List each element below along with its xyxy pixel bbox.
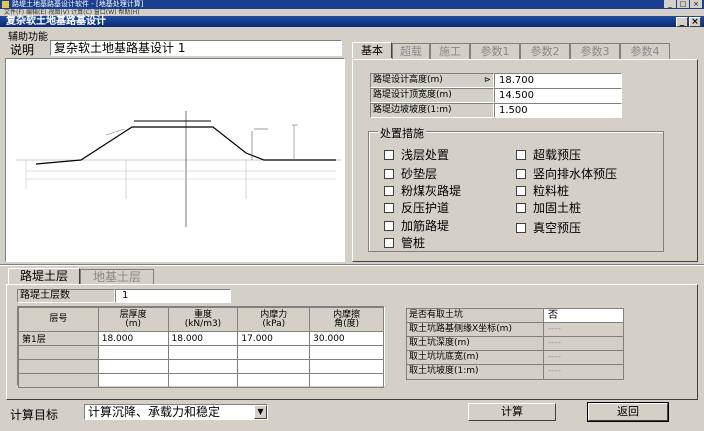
table-row[interactable]: 第1层 18.000 18.000 17.000 30.000: [18, 331, 384, 346]
table-row[interactable]: [18, 373, 384, 388]
table-cell[interactable]: 18.000: [167, 331, 239, 346]
tab-param3[interactable]: 参数3: [570, 43, 620, 59]
borrow-value: ----: [543, 365, 623, 379]
chevron-down-icon[interactable]: ▼: [254, 405, 267, 419]
layer-count-input[interactable]: 1: [115, 289, 231, 303]
table-cell[interactable]: 17.000: [237, 331, 311, 346]
tab-embankment-soil[interactable]: 路堤土层: [8, 268, 80, 284]
tab-foundation-soil[interactable]: 地基土层: [80, 269, 154, 285]
calc-target-label: 计算目标: [10, 408, 59, 422]
checkbox-pipe-pile[interactable]: 管桩: [384, 234, 425, 251]
checkbox-flyash[interactable]: 粉煤灰路堤: [384, 182, 461, 199]
table-header: 层号 层厚度 (m) 重度 (kN/m3) 内摩力 (kPa) 内摩擦 角(度): [18, 307, 384, 332]
borrow-pit-table: 是否有取土坑 否 取土坑路基侧缘X坐标(m) ---- 取土坑深度(m) ---…: [406, 308, 624, 380]
app-taskbar: 路堤土地基路基设计软件 - [地基处理计算] _ □ ×: [0, 0, 704, 9]
table-row[interactable]: [18, 345, 384, 360]
app-icon: [2, 1, 9, 8]
measures-title: 处置措施: [378, 125, 426, 141]
checkbox-vertical-drain[interactable]: 竖向排水体预压: [516, 165, 617, 182]
section-drawing: [5, 58, 345, 262]
checkbox-shallow[interactable]: 浅层处置: [384, 146, 449, 163]
layer-count-row: 路堤土层数 1: [17, 289, 231, 303]
borrow-label: 取土坑坑底宽(m): [407, 351, 543, 365]
tab-param4[interactable]: 参数4: [620, 43, 670, 59]
col-header: 层号: [18, 307, 99, 332]
borrow-label: 取土坑坡度(1:m): [407, 365, 543, 379]
borrow-label: 取土坑深度(m): [407, 337, 543, 351]
minimize-icon[interactable]: _: [664, 0, 676, 8]
checkbox-sand-cushion[interactable]: 砂垫层: [384, 165, 437, 182]
back-button[interactable]: 返回: [587, 402, 669, 422]
param-label: 路堤设计高度(m): [370, 73, 494, 88]
layer-count-label: 路堤土层数: [17, 289, 115, 303]
cursor-icon: ⊳: [484, 75, 491, 84]
borrow-value: ----: [543, 337, 623, 351]
description-input[interactable]: 复杂软土地基路基设计 1: [50, 40, 342, 56]
checkbox-surcharge[interactable]: 超载预压: [516, 146, 581, 163]
calc-button[interactable]: 计算: [468, 403, 556, 421]
checkbox-granular-pile[interactable]: 粒料桩: [516, 182, 569, 199]
close-icon[interactable]: ×: [690, 0, 702, 8]
app-menubar[interactable]: 文件(F) 编辑(E) 视图(V) 计算(C) 窗口(W) 帮助(H): [0, 9, 704, 16]
borrow-value: ----: [543, 323, 623, 337]
maximize-icon[interactable]: □: [677, 0, 689, 8]
param-label: 路堤边坡坡度(1:m): [370, 103, 494, 118]
col-header: 重度 (kN/m3): [167, 307, 239, 332]
tab-param1[interactable]: 参数1: [470, 43, 520, 59]
window-minimize-button[interactable]: _: [676, 17, 688, 27]
borrow-value: ----: [543, 351, 623, 365]
window-titlebar: 复杂软土地基路基设计 _ ×: [0, 16, 704, 27]
checkbox-counter-berm[interactable]: 反压护道: [384, 199, 449, 216]
param-label: 路堤设计顶宽度(m): [370, 88, 494, 103]
description-label: 说明: [10, 43, 35, 57]
tab-bar: 基本 超载 施工 参数1 参数2 参数3 参数4: [352, 42, 698, 60]
param-value-top-width[interactable]: 14.500: [494, 88, 622, 103]
borrow-label: 取土坑路基侧缘X坐标(m): [407, 323, 543, 337]
window-close-button[interactable]: ×: [689, 17, 701, 27]
checkbox-reinforced[interactable]: 加筋路堤: [384, 217, 449, 234]
tab-param2[interactable]: 参数2: [520, 43, 570, 59]
param-value-slope[interactable]: 1.500: [494, 103, 622, 118]
checkbox-soil-pile[interactable]: 加固土桩: [516, 199, 581, 216]
checkbox-vacuum[interactable]: 真空预压: [516, 219, 581, 236]
divider: [0, 264, 704, 266]
table-cell[interactable]: 18.000: [97, 331, 169, 346]
app-taskbar-title: 路堤土地基路基设计软件 - [地基处理计算]: [12, 0, 144, 8]
table-row[interactable]: [18, 359, 384, 374]
tab-surcharge[interactable]: 超载: [392, 43, 430, 59]
basic-params-table: 路堤设计高度(m) ⊳ 18.700 路堤设计顶宽度(m) 14.500 路堤边…: [370, 73, 622, 118]
embankment-diagram: [16, 111, 341, 227]
param-value-height[interactable]: 18.700: [494, 73, 622, 88]
col-header: 层厚度 (m): [97, 307, 169, 332]
table-cell[interactable]: 30.000: [309, 331, 384, 346]
borrow-label: 是否有取土坑: [407, 309, 543, 323]
layer-table: 层号 层厚度 (m) 重度 (kN/m3) 内摩力 (kPa) 内摩擦 角(度)…: [17, 306, 385, 388]
table-cell: 第1层: [18, 331, 99, 346]
col-header: 内摩擦 角(度): [309, 307, 384, 332]
calc-target-select[interactable]: 计算沉降、承载力和稳定 ▼: [84, 404, 268, 420]
window-title: 复杂软土地基路基设计: [6, 16, 106, 27]
tab-construction[interactable]: 施工: [430, 43, 470, 59]
borrow-pit-select[interactable]: 否: [543, 309, 623, 323]
col-header: 内摩力 (kPa): [237, 307, 311, 332]
tab-basic[interactable]: 基本: [352, 42, 392, 58]
